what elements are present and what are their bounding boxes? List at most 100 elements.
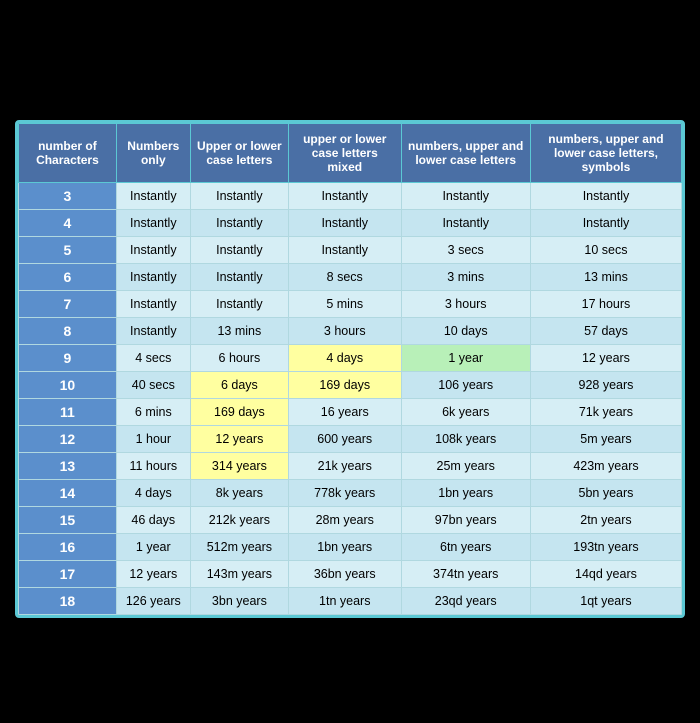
table-cell: 8k years [190, 480, 288, 507]
table-cell: 14 [19, 480, 117, 507]
header-characters: number of Characters [19, 124, 117, 183]
table-cell: 46 days [116, 507, 190, 534]
table-cell: Instantly [190, 264, 288, 291]
table-cell: 126 years [116, 588, 190, 615]
table-cell: 4 days [288, 345, 401, 372]
table-cell: 40 secs [116, 372, 190, 399]
table-row: 144 days8k years778k years1bn years5bn y… [19, 480, 682, 507]
table-cell: 6 days [190, 372, 288, 399]
table-cell: Instantly [190, 237, 288, 264]
table-row: 94 secs6 hours4 days1 year12 years [19, 345, 682, 372]
table-cell: 2tn years [530, 507, 681, 534]
table-cell: 6 [19, 264, 117, 291]
table-cell: 13 mins [190, 318, 288, 345]
table-cell: 3 mins [401, 264, 530, 291]
header-mixed: upper or lower case letters mixed [288, 124, 401, 183]
table-cell: Instantly [116, 264, 190, 291]
table-cell: 169 days [288, 372, 401, 399]
table-wrapper: number of Characters Numbers only Upper … [15, 120, 685, 618]
table-cell: Instantly [530, 183, 681, 210]
table-cell: 4 [19, 210, 117, 237]
table-cell: 9 [19, 345, 117, 372]
table-cell: 15 [19, 507, 117, 534]
table-cell: 36bn years [288, 561, 401, 588]
table-cell: 12 [19, 426, 117, 453]
header-upper-lower: Upper or lower case letters [190, 124, 288, 183]
table-cell: 13 [19, 453, 117, 480]
table-row: 1712 years143m years36bn years374tn year… [19, 561, 682, 588]
table-cell: 6k years [401, 399, 530, 426]
table-cell: 23qd years [401, 588, 530, 615]
table-cell: 3 hours [401, 291, 530, 318]
table-cell: 5 mins [288, 291, 401, 318]
table-cell: Instantly [288, 183, 401, 210]
table-cell: 374tn years [401, 561, 530, 588]
table-cell: 10 secs [530, 237, 681, 264]
table-cell: 5m years [530, 426, 681, 453]
header-row: number of Characters Numbers only Upper … [19, 124, 682, 183]
table-cell: 28m years [288, 507, 401, 534]
table-row: 4InstantlyInstantlyInstantlyInstantlyIns… [19, 210, 682, 237]
table-cell: 6tn years [401, 534, 530, 561]
table-row: 1311 hours314 years21k years25m years423… [19, 453, 682, 480]
table-cell: 314 years [190, 453, 288, 480]
table-cell: 4 secs [116, 345, 190, 372]
table-cell: 7 [19, 291, 117, 318]
table-cell: 17 hours [530, 291, 681, 318]
table-cell: 4 days [116, 480, 190, 507]
table-cell: 12 years [530, 345, 681, 372]
table-cell: 193tn years [530, 534, 681, 561]
table-cell: 5bn years [530, 480, 681, 507]
header-numbers-only: Numbers only [116, 124, 190, 183]
table-cell: Instantly [401, 210, 530, 237]
table-cell: 11 [19, 399, 117, 426]
table-cell: Instantly [116, 291, 190, 318]
table-cell: 143m years [190, 561, 288, 588]
table-cell: Instantly [288, 237, 401, 264]
table-cell: 108k years [401, 426, 530, 453]
table-row: 161 year512m years1bn years6tn years193t… [19, 534, 682, 561]
password-table: number of Characters Numbers only Upper … [18, 123, 682, 615]
table-cell: 12 years [190, 426, 288, 453]
table-cell: 10 [19, 372, 117, 399]
table-cell: 97bn years [401, 507, 530, 534]
table-row: 5InstantlyInstantlyInstantly3 secs10 sec… [19, 237, 682, 264]
table-cell: Instantly [288, 210, 401, 237]
table-cell: 21k years [288, 453, 401, 480]
table-row: 6InstantlyInstantly8 secs3 mins13 mins [19, 264, 682, 291]
table-cell: Instantly [116, 318, 190, 345]
table-cell: Instantly [401, 183, 530, 210]
table-cell: 1tn years [288, 588, 401, 615]
table-cell: 8 [19, 318, 117, 345]
table-cell: 8 secs [288, 264, 401, 291]
table-cell: 778k years [288, 480, 401, 507]
table-cell: 5 [19, 237, 117, 264]
table-cell: 16 years [288, 399, 401, 426]
table-cell: 1 hour [116, 426, 190, 453]
table-row: 1040 secs6 days169 days106 years928 year… [19, 372, 682, 399]
table-cell: 17 [19, 561, 117, 588]
table-header: number of Characters Numbers only Upper … [19, 124, 682, 183]
header-all: numbers, upper and lower case letters, s… [530, 124, 681, 183]
table-cell: 1 year [401, 345, 530, 372]
table-cell: 25m years [401, 453, 530, 480]
table-cell: 106 years [401, 372, 530, 399]
table-cell: 169 days [190, 399, 288, 426]
table-cell: 14qd years [530, 561, 681, 588]
table-cell: 6 mins [116, 399, 190, 426]
table-cell: 3bn years [190, 588, 288, 615]
table-cell: 12 years [116, 561, 190, 588]
table-cell: 928 years [530, 372, 681, 399]
table-cell: 13 mins [530, 264, 681, 291]
table-cell: Instantly [116, 210, 190, 237]
table-cell: Instantly [116, 237, 190, 264]
table-row: 121 hour12 years600 years108k years5m ye… [19, 426, 682, 453]
table-row: 8Instantly13 mins3 hours10 days57 days [19, 318, 682, 345]
table-cell: 1bn years [401, 480, 530, 507]
table-cell: 11 hours [116, 453, 190, 480]
table-cell: 3 secs [401, 237, 530, 264]
table-cell: 3 [19, 183, 117, 210]
table-cell: Instantly [116, 183, 190, 210]
table-cell: 57 days [530, 318, 681, 345]
table-row: 116 mins169 days16 years6k years71k year… [19, 399, 682, 426]
